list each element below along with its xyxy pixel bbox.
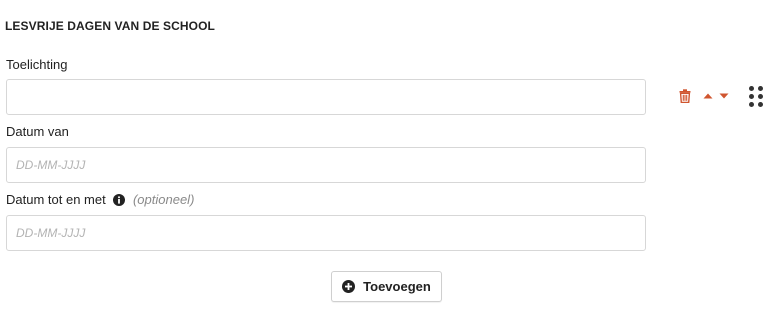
arrow-up-icon (703, 93, 713, 99)
datum-tot-label-row: Datum tot en met (optioneel) (6, 192, 194, 207)
move-down-button[interactable] (715, 91, 729, 101)
toelichting-label: Toelichting (6, 57, 68, 72)
row-actions (679, 87, 729, 105)
info-icon[interactable] (113, 194, 126, 206)
add-button[interactable]: Toevoegen (331, 271, 442, 302)
arrow-down-icon (719, 93, 729, 99)
datum-tot-input[interactable] (6, 215, 646, 251)
plus-circle-icon (342, 280, 356, 293)
trash-icon (679, 89, 691, 103)
toelichting-input[interactable] (6, 79, 646, 115)
datum-van-input[interactable] (6, 147, 646, 183)
drag-handle-icon[interactable] (749, 86, 763, 107)
optional-hint: (optioneel) (132, 192, 195, 207)
datum-van-label: Datum van (6, 124, 69, 139)
delete-button[interactable] (679, 89, 691, 103)
move-up-button[interactable] (699, 91, 713, 101)
add-button-label: Toevoegen (363, 279, 431, 294)
datum-tot-label: Datum tot en met (6, 192, 106, 207)
section-title: LESVRIJE DAGEN VAN DE SCHOOL (5, 19, 215, 33)
